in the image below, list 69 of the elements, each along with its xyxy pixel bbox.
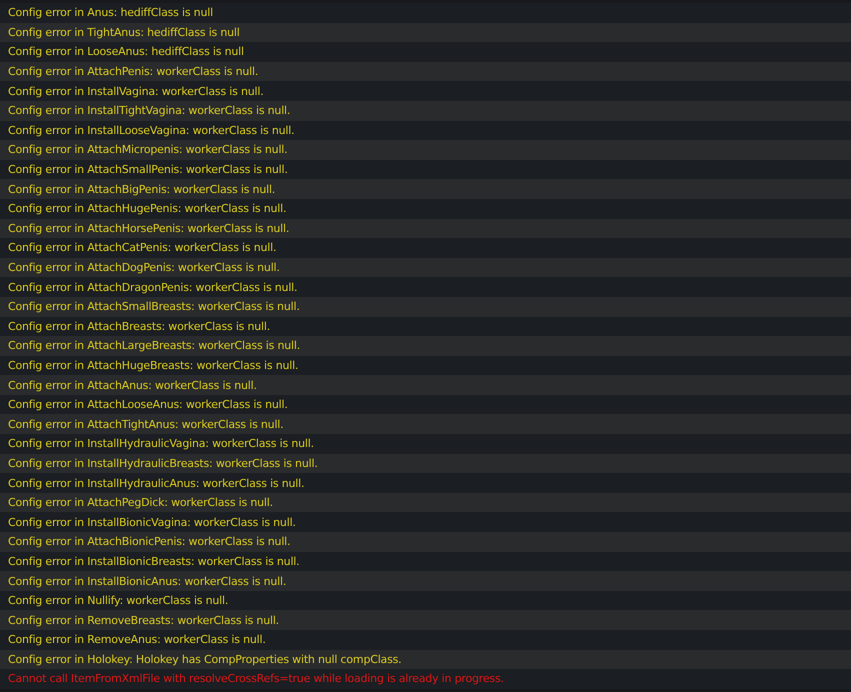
log-row[interactable]: Config error in RemoveBreasts: workerClass is null.: [0, 610, 851, 630]
warning-message: Config error in AttachHugeBreasts: workerClass is null.: [8, 358, 298, 372]
log-row[interactable]: Config error in AttachDragonPenis: workerClass is null.: [0, 277, 851, 297]
log-row[interactable]: Config error in AttachHugePenis: workerClass is null.: [0, 198, 851, 219]
log-row[interactable]: Config error in InstallHydraulicVagina: workerClass is null.: [0, 434, 851, 454]
warning-message: Config error in AttachPegDick: workerClass is null.: [8, 496, 273, 510]
log-row[interactable]: Config error in AttachLooseAnus: workerClass is null.: [0, 394, 851, 414]
log-row[interactable]: Config error in AttachSmallBreasts: workerClass is null.: [0, 296, 851, 316]
warning-message: Config error in Holokey: Holokey has CompProperties with null compClass.: [8, 652, 402, 666]
warning-message: Config error in AttachHorsePenis: workerClass is null.: [8, 222, 290, 235]
log-row[interactable]: Config error in Holokey: Holokey has CompProperties with null compClass.: [0, 650, 851, 670]
warning-message: Config error in AttachCatPenis: workerClass is null.: [8, 241, 276, 254]
log-row[interactable]: Config error in AttachBreasts: workerClass is null.: [0, 316, 851, 336]
log-row[interactable]: Config error in AttachMicropenis: workerClass is null.: [0, 140, 851, 160]
log-row[interactable]: Config error in InstallVagina: workerClass is null.: [0, 81, 851, 101]
warning-message: Config error in AttachHugePenis: workerClass is null.: [8, 202, 286, 216]
log-row[interactable]: Config error in TightAnus: hediffClass is null: [0, 22, 851, 42]
warning-message: Config error in Nullify: workerClass is null.: [8, 594, 228, 608]
log-row[interactable]: Config error in AttachHorsePenis: workerClass is null.: [0, 218, 851, 238]
warning-message: Config error in AttachSmallPenis: workerClass is null.: [8, 163, 288, 176]
log-row[interactable]: Config error in InstallTightVagina: workerClass is null.: [0, 100, 851, 121]
log-row[interactable]: Config error in AttachSmallPenis: workerClass is null.: [0, 160, 851, 180]
warning-message: Config error in AttachAnus: workerClass is null.: [8, 378, 257, 392]
log-row[interactable]: Config error in AttachHugeBreasts: workerClass is null.: [0, 356, 851, 376]
error-message: Cannot call ItemFromXmlFile with resolveCrossRefs=true while loading is already in progress.: [8, 672, 504, 686]
log-row[interactable]: Config error in RemoveAnus: workerClass is null.: [0, 630, 851, 650]
warning-message: Config error in AttachBionicPenis: workerClass is null.: [8, 535, 290, 548]
log-row[interactable]: Config error in AttachDogPenis: workerClass is null.: [0, 258, 851, 278]
log-row[interactable]: Config error in InstallLooseVagina: workerClass is null.: [0, 120, 851, 140]
warning-message: Config error in InstallTightVagina: workerClass is null.: [8, 104, 290, 118]
warning-message: Config error in AttachDogPenis: workerClass is null.: [8, 261, 280, 274]
log-row[interactable]: Config error in AttachPenis: workerClass is null.: [0, 62, 851, 82]
log-row[interactable]: Config error in AttachBigPenis: workerClass is null.: [0, 179, 851, 199]
warning-message: Config error in InstallHydraulicAnus: workerClass is null.: [8, 476, 304, 490]
log-row[interactable]: Config error in AttachLargeBreasts: workerClass is null.: [0, 336, 851, 356]
warning-message: Config error in AttachDragonPenis: workerClass is null.: [8, 280, 298, 294]
warning-message: Config error in InstallLooseVagina: workerClass is null.: [8, 124, 294, 137]
warning-message: Config error in AttachLooseAnus: workerClass is null.: [8, 398, 288, 412]
log-row[interactable]: Config error in AttachAnus: workerClass is null.: [0, 375, 851, 395]
log-row[interactable]: Config error in AttachCatPenis: workerClass is null.: [0, 238, 851, 258]
log-row[interactable]: Config error in AttachTightAnus: workerClass is null.: [0, 414, 851, 434]
warning-message: Config error in InstallHydraulicVagina: workerClass is null.: [8, 437, 314, 450]
warning-message: Config error in RemoveBreasts: workerClass is null.: [8, 614, 279, 627]
warning-message: Config error in AttachPenis: workerClass is null.: [8, 65, 258, 78]
warning-message: Config error in AttachTightAnus: workerClass is null.: [8, 418, 284, 431]
log-row[interactable]: Config error in InstallBionicVagina: workerClass is null.: [0, 512, 851, 532]
log-row[interactable]: Config error in AttachBionicPenis: workerClass is null.: [0, 532, 851, 552]
warning-message: Config error in Anus: hediffClass is null: [8, 6, 213, 20]
log-row[interactable]: Config error in Anus: hediffClass is null: [0, 3, 851, 23]
warning-message: Config error in AttachLargeBreasts: workerClass is null.: [8, 339, 300, 352]
warning-message: Config error in InstallVagina: workerClass is null.: [8, 84, 264, 98]
warning-message: Config error in InstallBionicBreasts: workerClass is null.: [8, 554, 300, 568]
warning-message: Config error in AttachBigPenis: workerClass is null.: [8, 182, 276, 196]
log-row[interactable]: Config error in Nullify: workerClass is null.: [0, 590, 851, 610]
log-row[interactable]: Config error in AttachPegDick: workerClass is null.: [0, 492, 851, 512]
warning-message: Config error in AttachMicropenis: workerClass is null.: [8, 143, 288, 156]
warning-message: Config error in LooseAnus: hediffClass is null: [8, 45, 244, 58]
log-row[interactable]: Config error in InstallHydraulicAnus: workerClass is null.: [0, 473, 851, 493]
log-row[interactable]: Config error in InstallBionicBreasts: workerClass is null.: [0, 552, 851, 572]
warning-message: Config error in InstallBionicAnus: workerClass is null.: [8, 574, 286, 588]
log-row[interactable]: Config error in InstallBionicAnus: workerClass is null.: [0, 571, 851, 591]
warning-message: Config error in RemoveAnus: workerClass is null.: [8, 633, 266, 646]
warning-message: Config error in TightAnus: hediffClass is null: [8, 26, 240, 39]
warning-message: Config error in InstallHydraulicBreasts: workerClass is null.: [8, 456, 318, 470]
warning-message: Config error in AttachBreasts: workerClass is null.: [8, 320, 270, 333]
warning-message: Config error in AttachSmallBreasts: workerClass is null.: [8, 300, 300, 314]
log-row[interactable]: Config error in InstallHydraulicBreasts: workerClass is null.: [0, 454, 851, 474]
warning-message: Config error in InstallBionicVagina: workerClass is null.: [8, 516, 296, 529]
log-row[interactable]: Config error in LooseAnus: hediffClass is null: [0, 42, 851, 62]
